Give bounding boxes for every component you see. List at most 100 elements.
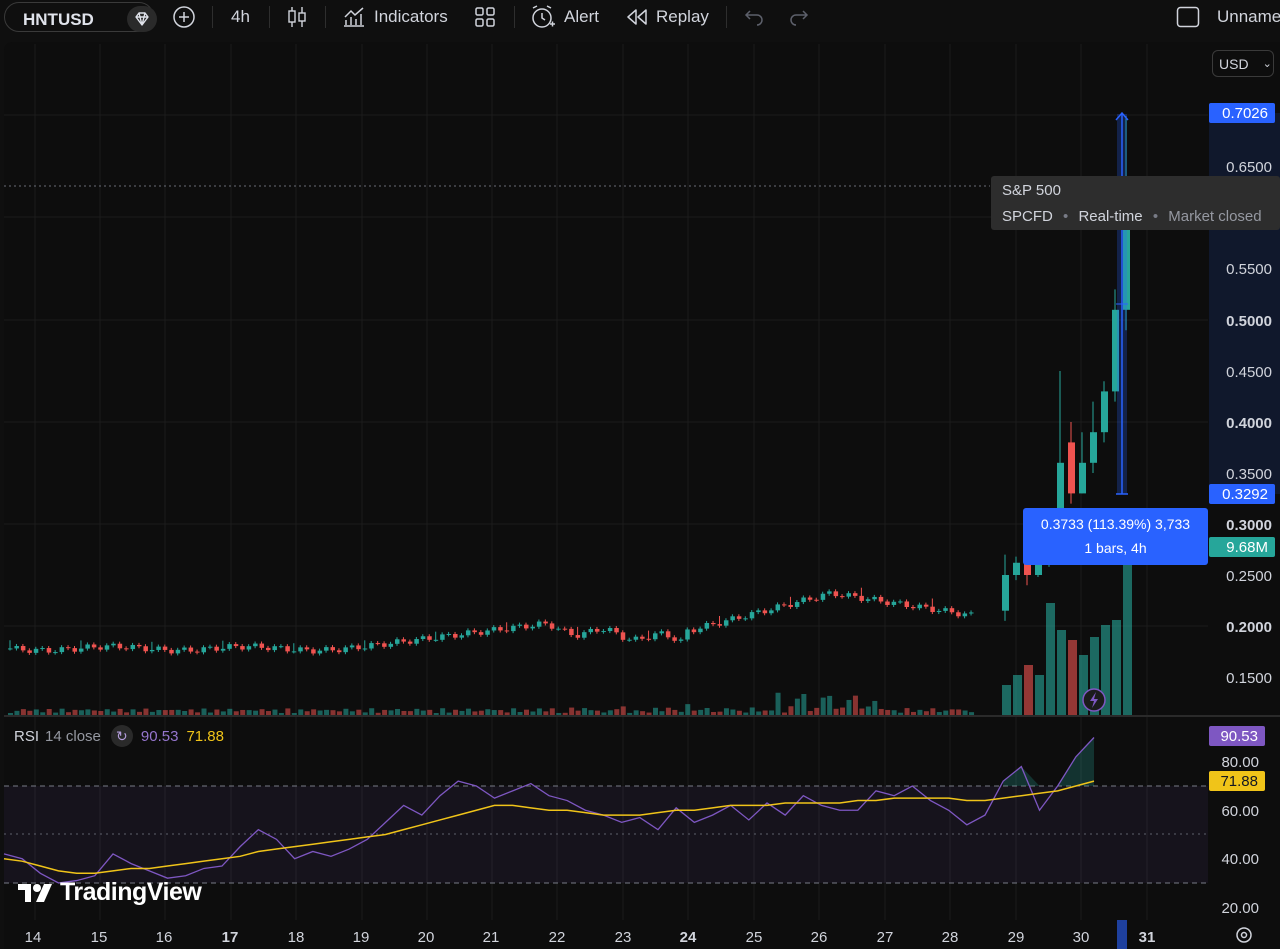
time-tick: 14 bbox=[25, 929, 42, 946]
candle-body bbox=[556, 628, 561, 630]
time-tick: 15 bbox=[91, 929, 108, 946]
volume-bar bbox=[762, 710, 768, 715]
candle-body bbox=[956, 612, 961, 617]
chart-canvas[interactable]: 0.6500 0.5500 0.5000 0.4500 0.4000 0.350… bbox=[0, 0, 1280, 949]
candle-body bbox=[665, 631, 671, 638]
tooltip-title: S&P 500 bbox=[1002, 182, 1061, 199]
volume-bar bbox=[923, 711, 929, 715]
candle-body bbox=[40, 648, 45, 650]
refresh-icon[interactable]: ↻ bbox=[110, 725, 133, 747]
price-tick: 0.3000 bbox=[1226, 517, 1272, 534]
volume-bar bbox=[672, 709, 678, 715]
candle-body bbox=[659, 631, 664, 634]
rsi-legend[interactable]: RSI 14 close ↻ 90.53 71.88 bbox=[14, 725, 224, 747]
volume-bar bbox=[317, 710, 323, 715]
candle-body bbox=[46, 648, 52, 653]
volume-tag: 9.68M bbox=[1209, 537, 1275, 557]
volume-bar bbox=[562, 712, 568, 715]
candle-body bbox=[1079, 462, 1086, 494]
volume-bar bbox=[1024, 665, 1033, 715]
rsi-legend-params: 14 close bbox=[45, 727, 101, 745]
volume-bar bbox=[246, 710, 252, 715]
candle-body bbox=[730, 616, 735, 621]
candle-body bbox=[375, 643, 381, 645]
volume-bar bbox=[1013, 675, 1022, 715]
volume-bar bbox=[117, 708, 123, 715]
volume-bar bbox=[465, 708, 471, 715]
volume-bar bbox=[440, 708, 446, 715]
candle-body bbox=[33, 648, 39, 653]
volume-bar bbox=[801, 693, 807, 715]
volume-bar bbox=[878, 708, 884, 715]
volume-bar bbox=[72, 709, 78, 715]
time-tick: 30 bbox=[1073, 929, 1090, 946]
volume-bar bbox=[723, 708, 729, 715]
volume-bar bbox=[859, 708, 865, 715]
volume-bar bbox=[201, 708, 207, 715]
volume-bar bbox=[446, 712, 452, 715]
candle-body bbox=[614, 628, 619, 633]
candle-body bbox=[865, 599, 871, 601]
candle-body bbox=[827, 591, 832, 594]
volume-bar bbox=[266, 711, 271, 715]
volume-bar bbox=[8, 713, 13, 715]
rsi-tick: 60.00 bbox=[1221, 803, 1259, 820]
volume-bar bbox=[633, 710, 639, 715]
volume-bar bbox=[575, 710, 581, 715]
volume-bar bbox=[524, 709, 529, 715]
candle-body bbox=[278, 646, 284, 648]
time-tick: 23 bbox=[615, 929, 632, 946]
volume-bar bbox=[717, 711, 723, 715]
candle-body bbox=[324, 647, 329, 651]
volume-bar bbox=[833, 708, 839, 715]
volume-bar bbox=[233, 711, 239, 715]
volume-bar bbox=[143, 708, 149, 715]
volume-bar bbox=[498, 710, 504, 715]
candle-body bbox=[711, 622, 716, 625]
candle-body bbox=[794, 602, 800, 607]
volume-bar bbox=[678, 711, 684, 715]
candle-body bbox=[898, 601, 903, 603]
volume-bar bbox=[207, 712, 213, 715]
candle-body bbox=[8, 648, 13, 650]
time-tick: 16 bbox=[156, 929, 173, 946]
rsi-tick: 20.00 bbox=[1221, 900, 1259, 917]
candle-body bbox=[962, 613, 968, 617]
candle-body bbox=[930, 606, 935, 613]
candle-body bbox=[704, 622, 710, 629]
candle-body bbox=[788, 604, 793, 607]
volume-bar bbox=[175, 709, 181, 715]
price-tick: 0.4000 bbox=[1226, 415, 1272, 432]
candle-body bbox=[543, 621, 548, 624]
candle-body bbox=[427, 636, 432, 640]
candle-body bbox=[27, 650, 32, 653]
candle-body bbox=[227, 644, 232, 649]
candle-body bbox=[775, 604, 781, 611]
volume-bar bbox=[388, 710, 394, 715]
candle-body bbox=[317, 650, 323, 654]
time-tick: 29 bbox=[1008, 929, 1025, 946]
volume-bar bbox=[156, 710, 162, 715]
candle-body bbox=[343, 647, 348, 653]
volume-bar bbox=[904, 708, 910, 715]
volume-bar bbox=[349, 711, 355, 715]
volume-bar bbox=[395, 708, 400, 715]
volume-bar bbox=[601, 712, 607, 715]
volume-bar bbox=[195, 712, 201, 715]
candlesticks bbox=[8, 116, 1130, 656]
candle-body bbox=[936, 610, 942, 613]
volume-bar bbox=[336, 711, 342, 715]
volume-bar bbox=[698, 709, 704, 715]
volume-bar bbox=[569, 707, 575, 715]
volume-bar bbox=[304, 711, 310, 715]
candle-body bbox=[14, 646, 19, 649]
volume-bar bbox=[743, 712, 749, 715]
time-tick: 24 bbox=[680, 929, 697, 946]
candle-body bbox=[66, 647, 71, 649]
volume-bar bbox=[124, 712, 130, 715]
gear-icon[interactable] bbox=[1236, 927, 1252, 943]
candle-body bbox=[162, 646, 168, 650]
currency-select[interactable]: USD ⌄ bbox=[1212, 50, 1274, 77]
price-tick: 0.2000 bbox=[1226, 619, 1272, 636]
candle-body bbox=[1090, 432, 1097, 463]
